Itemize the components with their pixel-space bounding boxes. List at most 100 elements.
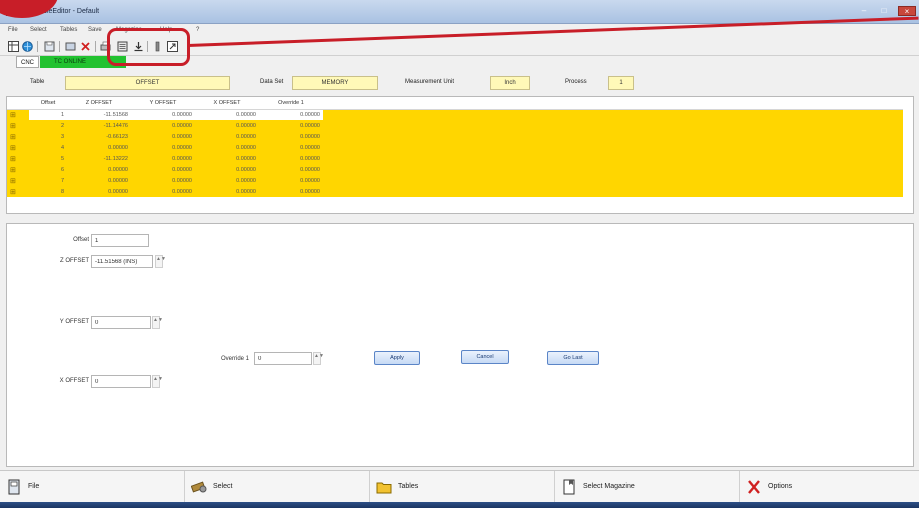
column-header[interactable]: X OFFSET bbox=[195, 97, 259, 110]
process-value[interactable]: 1 bbox=[608, 76, 634, 90]
x-offset-spinner[interactable]: ▲▼ bbox=[152, 375, 163, 388]
column-header[interactable]: Offset bbox=[29, 97, 67, 110]
table-cell[interactable]: 0.00000 bbox=[259, 131, 323, 142]
table-cell[interactable]: 0.00000 bbox=[131, 131, 195, 142]
table-cell[interactable]: -0.66123 bbox=[67, 131, 131, 142]
table-cell[interactable]: 7 bbox=[29, 175, 67, 186]
taskbar bbox=[0, 502, 919, 508]
table-cell[interactable]: -11.14476 bbox=[67, 120, 131, 131]
nav-file[interactable]: File bbox=[0, 471, 185, 503]
table-view-icon[interactable] bbox=[8, 41, 19, 52]
table-cell[interactable]: 0.00000 bbox=[131, 186, 195, 197]
table-cell[interactable]: 0.00000 bbox=[195, 175, 259, 186]
column-header[interactable]: Z OFFSET bbox=[67, 97, 131, 110]
table-cell[interactable]: 0.00000 bbox=[259, 109, 323, 120]
table-row[interactable]: ⊞ 5 -11.13222 0.00000 0.00000 0.00000 bbox=[7, 153, 903, 164]
nav-select-magazine-label: Select Magazine bbox=[583, 483, 635, 490]
table-cell[interactable]: 2 bbox=[29, 120, 67, 131]
menu-save[interactable]: Save bbox=[88, 27, 102, 33]
y-offset-spinner[interactable]: ▲▼ bbox=[152, 316, 163, 329]
column-header[interactable]: Y OFFSET bbox=[131, 97, 195, 110]
table-row[interactable]: ⊞ 3 -0.66123 0.00000 0.00000 0.00000 bbox=[7, 131, 903, 142]
nav-tables[interactable]: Tables bbox=[370, 471, 555, 503]
row-marker-icon[interactable]: ⊞ bbox=[7, 186, 29, 197]
table-cell[interactable]: 0.00000 bbox=[259, 186, 323, 197]
table-cell[interactable]: -11.51568 bbox=[67, 109, 131, 120]
table-cell[interactable]: 0.00000 bbox=[195, 153, 259, 164]
table-row[interactable]: ⊞ 7 0.00000 0.00000 0.00000 0.00000 bbox=[7, 175, 903, 186]
row-marker-icon[interactable]: ⊞ bbox=[7, 175, 29, 186]
table-cell[interactable]: 0.00000 bbox=[131, 109, 195, 120]
table-cell[interactable]: 0.00000 bbox=[67, 186, 131, 197]
go-last-button[interactable]: Go Last bbox=[547, 351, 599, 365]
nav-options[interactable]: Options bbox=[740, 471, 919, 503]
table-row[interactable]: ⊞ 8 0.00000 0.00000 0.00000 0.00000 bbox=[7, 186, 903, 197]
table-cell[interactable]: 0.00000 bbox=[259, 175, 323, 186]
cancel-button[interactable]: Cancel bbox=[461, 350, 509, 364]
table-cell[interactable]: 0.00000 bbox=[131, 175, 195, 186]
table-cell[interactable]: 0.00000 bbox=[67, 142, 131, 153]
row-marker-icon[interactable]: ⊞ bbox=[7, 120, 29, 131]
table-cell[interactable]: 0.00000 bbox=[67, 175, 131, 186]
nav-select-magazine[interactable]: Select Magazine bbox=[555, 471, 740, 503]
row-marker-icon[interactable]: ⊞ bbox=[7, 131, 29, 142]
globe-icon[interactable] bbox=[22, 41, 33, 52]
row-marker-icon[interactable]: ⊞ bbox=[7, 164, 29, 175]
table-cell[interactable]: 0.00000 bbox=[195, 131, 259, 142]
table-cell[interactable]: 0.00000 bbox=[67, 164, 131, 175]
table-value[interactable]: OFFSET bbox=[65, 76, 230, 90]
table-cell[interactable]: 1 bbox=[29, 109, 67, 120]
z-offset-input[interactable] bbox=[91, 255, 153, 268]
table-row[interactable]: ⊞ 2 -11.14476 0.00000 0.00000 0.00000 bbox=[7, 120, 903, 131]
close-button[interactable]: × bbox=[898, 6, 916, 16]
menu-select[interactable]: Select bbox=[30, 27, 47, 33]
maximize-button[interactable]: □ bbox=[878, 6, 890, 16]
row-marker-icon[interactable]: ⊞ bbox=[7, 153, 29, 164]
table-row[interactable]: ⊞ 1 -11.51568 0.00000 0.00000 0.00000 bbox=[7, 109, 903, 120]
table-cell[interactable]: 0.00000 bbox=[259, 153, 323, 164]
table-cell[interactable]: 0.00000 bbox=[195, 120, 259, 131]
y-offset-input[interactable] bbox=[91, 316, 151, 329]
table-cell[interactable]: 0.00000 bbox=[259, 120, 323, 131]
table-cell[interactable]: 3 bbox=[29, 131, 67, 142]
delete-icon[interactable] bbox=[80, 41, 91, 52]
table-cell[interactable]: 0.00000 bbox=[195, 142, 259, 153]
table-cell[interactable]: 0.00000 bbox=[131, 153, 195, 164]
table-cell[interactable]: 0.00000 bbox=[195, 186, 259, 197]
menu-question[interactable]: ? bbox=[196, 27, 199, 33]
table-cell[interactable]: 0.00000 bbox=[259, 164, 323, 175]
x-offset-input[interactable] bbox=[91, 375, 151, 388]
override-spinner[interactable]: ▲▼ bbox=[313, 352, 324, 365]
table-cell[interactable]: -11.13222 bbox=[67, 153, 131, 164]
cut-icon[interactable] bbox=[65, 41, 76, 52]
row-marker-icon[interactable]: ⊞ bbox=[7, 109, 29, 120]
row-marker-icon[interactable]: ⊞ bbox=[7, 142, 29, 153]
table-cell[interactable]: 0.00000 bbox=[195, 164, 259, 175]
menu-tables[interactable]: Tables bbox=[60, 27, 77, 33]
table-row[interactable]: ⊞ 6 0.00000 0.00000 0.00000 0.00000 bbox=[7, 164, 903, 175]
cnc-label: CNC bbox=[16, 56, 39, 68]
table-cell[interactable]: 5 bbox=[29, 153, 67, 164]
table-cell[interactable]: 0.00000 bbox=[195, 109, 259, 120]
minimize-button[interactable]: – bbox=[858, 6, 870, 16]
table-cell[interactable]: 0.00000 bbox=[259, 142, 323, 153]
table-cell[interactable]: 0.00000 bbox=[131, 164, 195, 175]
toolbar-separator bbox=[59, 41, 60, 52]
offset-input[interactable] bbox=[91, 234, 149, 247]
apply-button[interactable]: Apply bbox=[374, 351, 420, 365]
table-cell[interactable]: 0.00000 bbox=[131, 142, 195, 153]
table-cell[interactable]: 0.00000 bbox=[131, 120, 195, 131]
nav-select[interactable]: Select bbox=[185, 471, 370, 503]
save-icon[interactable] bbox=[44, 41, 55, 52]
column-header[interactable]: Override 1 bbox=[259, 97, 323, 110]
z-offset-spinner[interactable]: ▲▼ bbox=[155, 255, 166, 268]
dataset-value[interactable]: MEMORY bbox=[292, 76, 378, 90]
table-cell[interactable]: 6 bbox=[29, 164, 67, 175]
menu-file[interactable]: File bbox=[8, 27, 18, 33]
toolbar-separator bbox=[95, 41, 96, 52]
table-row[interactable]: ⊞ 4 0.00000 0.00000 0.00000 0.00000 bbox=[7, 142, 903, 153]
unit-value[interactable]: Inch bbox=[490, 76, 530, 90]
override-input[interactable] bbox=[254, 352, 312, 365]
table-cell[interactable]: 4 bbox=[29, 142, 67, 153]
table-cell[interactable]: 8 bbox=[29, 186, 67, 197]
